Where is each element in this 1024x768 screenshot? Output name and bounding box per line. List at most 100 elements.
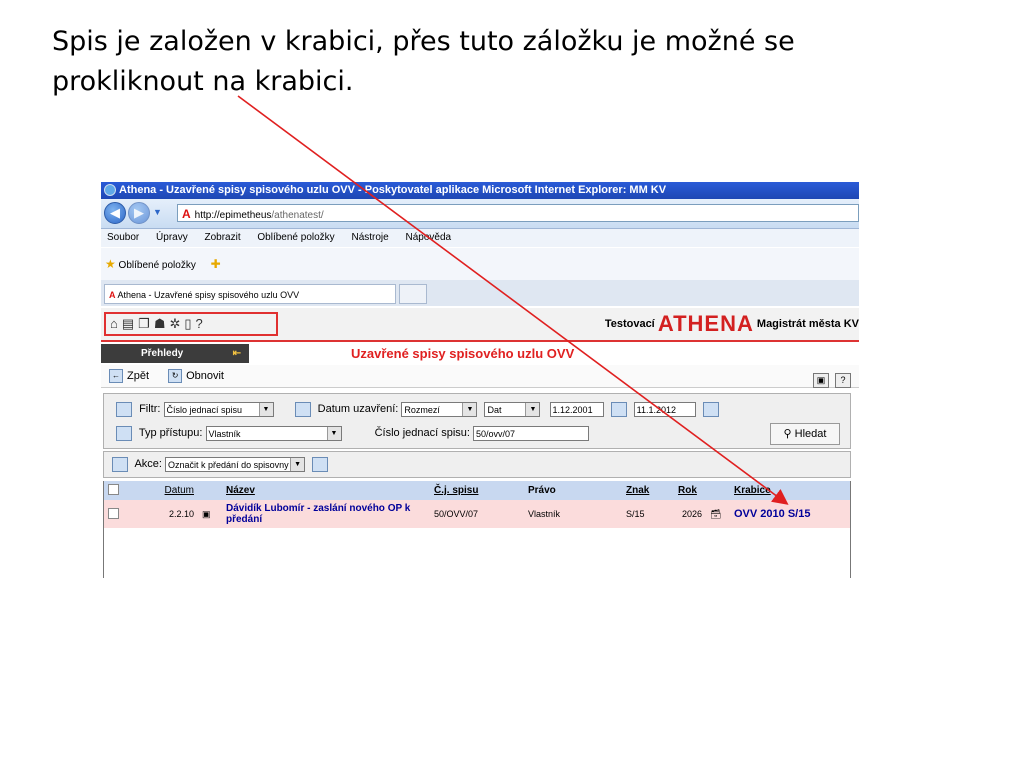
filter-row-1: Filtr: Číslo jednací spisu Datum uzavřen… (116, 399, 723, 419)
menu-nastroje[interactable]: Nástroje (351, 232, 388, 243)
home-icon[interactable]: ⌂ (110, 316, 122, 331)
address-host: http://epimetheus (194, 210, 272, 221)
action-icon (112, 456, 128, 472)
row-checkbox-cell[interactable] (104, 500, 126, 528)
select-all-header[interactable] (104, 481, 126, 500)
window-titlebar: Athena - Uzavřené spisy spisového uzlu O… (101, 182, 859, 199)
row-checkbox[interactable] (108, 507, 119, 519)
table-row[interactable]: 2.2.10 ▣ Dávidík Lubomír - zaslání novéh… (104, 500, 850, 528)
akce-run-icon[interactable] (312, 456, 329, 472)
date-to-calendar-icon[interactable] (702, 401, 719, 417)
new-tab-button[interactable] (399, 284, 427, 304)
results-table: Datum Název Č.j. spisu Právo Znak Rok Kr… (103, 481, 851, 578)
select-all-checkbox[interactable] (108, 483, 119, 495)
col-cj[interactable]: Č.j. spisu (430, 481, 524, 500)
section-header: Přehledy ⇤ Uzavřené spisy spisového uzlu… (101, 344, 859, 363)
col-krabice[interactable]: Krabice (730, 481, 850, 500)
add-favorite-icon[interactable]: ✚ (211, 257, 221, 271)
access-type-icon (116, 425, 132, 441)
right-icons: ▣? (807, 369, 851, 391)
browser-screenshot: Athena - Uzavřené spisy spisového uzlu O… (101, 182, 859, 578)
tab-athena-icon: A (109, 290, 116, 300)
back-arrow-icon[interactable]: ◀ (104, 202, 126, 224)
navigation-row: ← Zpět ↻ Obnovit ▣? (101, 365, 859, 388)
favorites-label[interactable]: Oblíbené položky (119, 260, 196, 271)
akce-label: Akce: (134, 458, 162, 470)
row-nazev-link[interactable]: Dávidík Lubomír - zaslání nového OP k př… (222, 500, 430, 528)
range-select[interactable]: Rozmezí (401, 401, 478, 417)
search-label: Hledat (794, 428, 827, 440)
print-icon[interactable]: ▤ (122, 316, 138, 331)
favorites-star-icon[interactable]: ★ (105, 257, 116, 271)
range-unit-select[interactable]: Dat (484, 401, 541, 417)
menu-upravy[interactable]: Úpravy (156, 232, 188, 243)
help-icon[interactable]: ? (196, 316, 207, 331)
row-rok: 2026 (674, 500, 706, 528)
menu-oblibene[interactable]: Oblíbené položky (257, 232, 334, 243)
app-brand: Testovací ATHENA Magistrát města KV (605, 312, 859, 336)
search-button[interactable]: ⚲ Hledat (770, 423, 840, 445)
row-pravo: Vlastník (524, 500, 622, 528)
sidebar-toggle[interactable]: Přehledy ⇤ (101, 344, 249, 363)
row-datum: 2.2.10 (126, 500, 198, 528)
akce-select[interactable]: Označit k předání do spisovny (165, 456, 306, 472)
pin-icon[interactable]: ⇤ (233, 344, 241, 363)
date-to-input[interactable]: 11.1.2012 (633, 401, 696, 417)
col-rok[interactable]: Rok (674, 481, 706, 500)
browser-tab[interactable]: A Athena - Uzavřené spisy spisového uzlu… (104, 284, 396, 304)
filter-row-2: Typ přístupu: Vlastník Číslo jednací spi… (116, 423, 850, 445)
date-from-input[interactable]: 1.12.2001 (549, 401, 604, 417)
forward-arrow-icon[interactable]: ▶ (128, 202, 150, 224)
menu-soubor[interactable]: Soubor (107, 232, 139, 243)
menu-bar: Soubor Úpravy Zobrazit Oblíbené položky … (101, 229, 859, 247)
brand-logo: ATHENA (657, 311, 754, 337)
app-toolbar-icons: ⌂▤❐☗✲▯? (104, 312, 278, 336)
cislo-label: Číslo jednací spisu: (374, 427, 470, 439)
row-file-icon[interactable]: ▣ (198, 500, 222, 528)
col-nazev[interactable]: Název (222, 481, 430, 500)
tab-label: Athena - Uzavřené spisy spisového uzlu O… (117, 290, 300, 300)
document-icon[interactable]: ▯ (184, 316, 195, 331)
export-icon[interactable]: ▣ (813, 373, 829, 388)
history-dropdown-icon[interactable]: ▼ (153, 207, 162, 217)
tab-bar: A Athena - Uzavřené spisy spisového uzlu… (101, 280, 859, 306)
calendar-icon (294, 401, 311, 417)
refresh-label: Obnovit (186, 370, 224, 382)
page-title: Uzavřené spisy spisového uzlu OVV (351, 346, 575, 361)
box-icon[interactable]: 🗃 (706, 500, 730, 528)
settings-icon[interactable]: ✲ (169, 316, 184, 331)
refresh-button[interactable]: ↻ Obnovit (168, 369, 224, 384)
menu-zobrazit[interactable]: Zobrazit (205, 232, 241, 243)
back-label: Zpět (127, 370, 150, 382)
access-type-select[interactable]: Vlastník (205, 425, 342, 441)
filter-panel: Filtr: Číslo jednací spisu Datum uzavřen… (103, 393, 851, 449)
brand-org: Magistrát města KV (756, 318, 859, 330)
col-icon (198, 481, 222, 500)
filter-label: Filtr: (139, 403, 161, 415)
action-panel: Akce: Označit k předání do spisovny (103, 451, 851, 478)
slide-caption: Spis je založen v krabici, přes tuto zál… (52, 26, 795, 97)
col-datum[interactable]: Datum (126, 481, 198, 500)
col-pravo: Právo (524, 481, 622, 500)
col-box-icon (706, 481, 730, 500)
refresh-icon: ↻ (168, 369, 183, 384)
back-button[interactable]: ← Zpět (109, 369, 150, 384)
athena-favicon-icon: A (182, 207, 191, 221)
brand-prefix: Testovací (604, 318, 655, 330)
user-icon[interactable]: ☗ (154, 316, 170, 331)
copy-icon[interactable]: ❐ (138, 316, 154, 331)
address-path: /athenatest/ (271, 210, 324, 221)
typ-label: Typ přístupu: (138, 427, 203, 439)
menu-napoveda[interactable]: Nápověda (406, 232, 452, 243)
row-krabice-link[interactable]: OVV 2010 S/15 (730, 500, 850, 528)
filter-toggle-icon[interactable] (116, 401, 132, 417)
back-icon: ← (109, 369, 123, 384)
page-help-icon[interactable]: ? (835, 373, 851, 388)
window-title: Athena - Uzavřené spisy spisového uzlu O… (119, 184, 667, 196)
cislo-input[interactable]: 50/ovv/07 (473, 425, 590, 441)
row-cj: 50/OVV/07 (430, 500, 524, 528)
col-znak[interactable]: Znak (622, 481, 674, 500)
address-input[interactable]: Ahttp://epimetheus/athenatest/ (177, 204, 859, 222)
filter-select[interactable]: Číslo jednací spisu (163, 401, 274, 417)
date-from-calendar-icon[interactable] (610, 401, 627, 417)
